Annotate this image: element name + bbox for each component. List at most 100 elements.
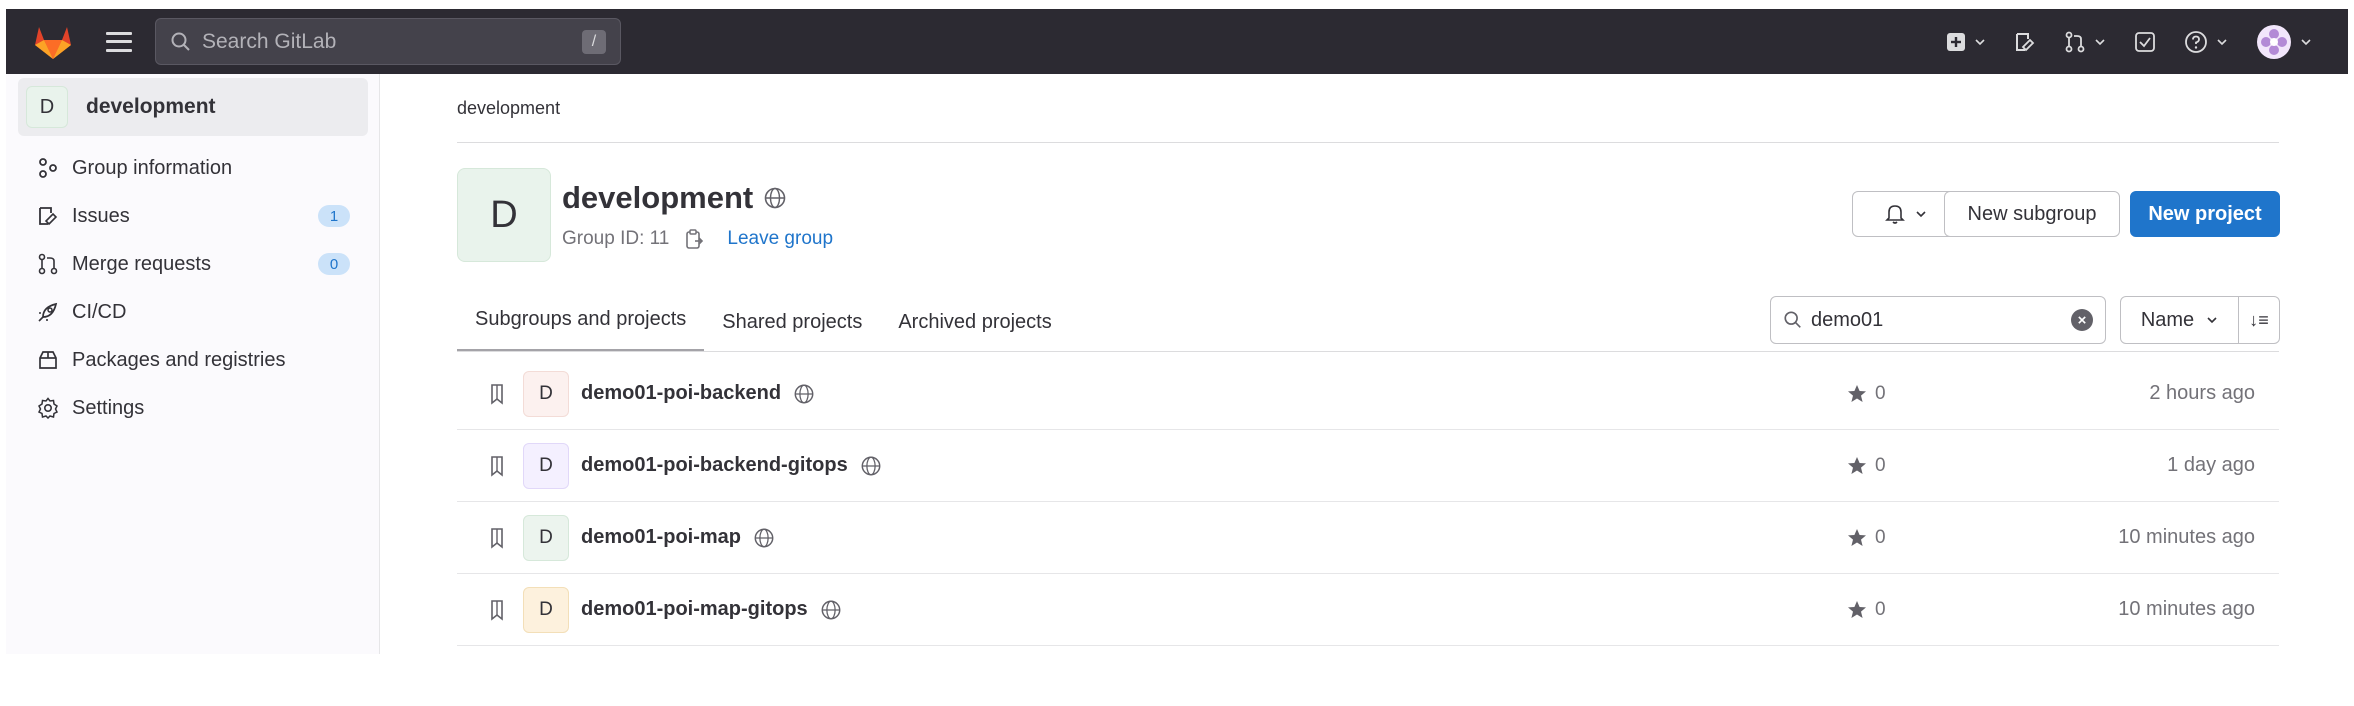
todos-button[interactable] — [2120, 22, 2170, 62]
star-count[interactable]: 0 — [1847, 383, 1886, 405]
sidebar-item-packages[interactable]: Packages and registries — [6, 336, 380, 384]
gitlab-logo-icon[interactable] — [34, 23, 72, 61]
top-bar: Search GitLab / — [6, 9, 2348, 74]
sidebar-item-settings[interactable]: Settings — [6, 384, 380, 432]
issues-icon — [2016, 32, 2035, 51]
search-shortcut: / — [582, 29, 606, 54]
new-project-button[interactable]: New project — [2130, 191, 2280, 237]
project-name[interactable]: demo01-poi-backend-gitops — [581, 454, 848, 477]
sidebar-nav: Group information Issues 1 Merge request… — [6, 144, 380, 432]
sidebar-item-label: Packages and registries — [72, 348, 286, 371]
project-list: D demo01-poi-backend 0 2 hours ago D dem… — [457, 358, 2279, 646]
star-icon — [1848, 528, 1866, 546]
chevron-down-icon — [2217, 38, 2227, 45]
sort-label: Name — [2140, 308, 2195, 331]
issues-count-badge: 1 — [318, 205, 350, 227]
project-avatar: D — [523, 370, 569, 417]
star-count-value: 0 — [1875, 526, 1886, 548]
star-count-value: 0 — [1875, 454, 1886, 476]
updated-time: 10 minutes ago — [2118, 526, 2255, 548]
sidebar-item-group-information[interactable]: Group information — [6, 144, 380, 192]
search-placeholder: Search GitLab — [202, 29, 337, 53]
copy-clipboard-icon[interactable] — [683, 228, 705, 250]
sort-control: Name ↓≡ — [2120, 296, 2280, 344]
list-item[interactable]: D demo01-poi-map 0 10 minutes ago — [457, 502, 2279, 574]
chevron-down-icon — [1916, 211, 1926, 218]
group-info-icon — [36, 156, 60, 180]
divider — [457, 142, 2279, 143]
list-item[interactable]: D demo01-poi-map-gitops 0 10 minutes ago — [457, 574, 2279, 646]
sidebar-item-label: Issues — [72, 204, 130, 227]
sort-by-dropdown[interactable]: Name — [2121, 297, 2239, 343]
issues-icon — [36, 204, 60, 228]
project-avatar: D — [523, 586, 569, 633]
new-subgroup-button[interactable]: New subgroup — [1944, 191, 2120, 237]
updated-time: 2 hours ago — [2149, 382, 2255, 404]
sort-direction-button[interactable]: ↓≡ — [2239, 310, 2279, 331]
project-name[interactable]: demo01-poi-backend — [581, 382, 781, 405]
sidebar: D development Group information Issues 1… — [6, 74, 380, 654]
tab-archived-projects[interactable]: Archived projects — [880, 311, 1069, 352]
bookmark-icon — [491, 383, 503, 405]
star-icon — [1848, 384, 1866, 402]
breadcrumb[interactable]: development — [457, 98, 560, 119]
bookmark-icon — [491, 599, 503, 621]
user-menu-button[interactable] — [2242, 22, 2326, 62]
plus-square-icon — [1947, 32, 1965, 51]
star-count[interactable]: 0 — [1847, 455, 1886, 477]
merge-request-icon — [36, 252, 60, 276]
tab-shared-projects[interactable]: Shared projects — [704, 311, 880, 352]
updated-time: 10 minutes ago — [2118, 598, 2255, 620]
package-icon — [36, 348, 60, 372]
group-avatar: D — [26, 86, 68, 128]
list-item[interactable]: D demo01-poi-backend-gitops 0 1 day ago — [457, 430, 2279, 502]
rocket-icon — [36, 300, 60, 324]
star-count-value: 0 — [1875, 382, 1886, 404]
star-count[interactable]: 0 — [1847, 599, 1886, 621]
bookmark-icon — [491, 455, 503, 477]
list-item[interactable]: D demo01-poi-backend 0 2 hours ago — [457, 358, 2279, 430]
globe-icon — [794, 384, 814, 403]
chevron-down-icon — [2095, 38, 2105, 45]
sidebar-item-ci-cd[interactable]: CI/CD — [6, 288, 380, 336]
project-name[interactable]: demo01-poi-map — [581, 526, 741, 549]
filter-value: demo01 — [1811, 308, 1884, 331]
sidebar-item-label: Settings — [72, 396, 145, 419]
bell-icon — [1885, 205, 1905, 224]
star-icon — [1848, 600, 1866, 618]
chevron-down-icon — [2207, 317, 2217, 324]
tab-subgroups-and-projects[interactable]: Subgroups and projects — [457, 308, 705, 352]
avatar — [2257, 24, 2291, 59]
sidebar-item-merge-requests[interactable]: Merge requests 0 — [6, 240, 380, 288]
group-id: Group ID: 11 — [562, 228, 670, 249]
project-avatar: D — [523, 514, 569, 561]
issues-top-button[interactable] — [2000, 22, 2050, 62]
sidebar-item-label: Group information — [72, 156, 233, 179]
filter-input[interactable]: demo01 × — [1770, 296, 2106, 344]
create-new-button[interactable] — [1932, 22, 2000, 62]
search-input[interactable]: Search GitLab / — [155, 18, 621, 65]
updated-time: 1 day ago — [2167, 454, 2255, 476]
main-content: development D development Group ID: 11 L… — [380, 74, 2354, 654]
clear-icon[interactable]: × — [2071, 309, 2093, 331]
search-icon — [1784, 311, 1801, 328]
project-avatar: D — [523, 442, 569, 489]
help-button[interactable] — [2170, 22, 2242, 62]
menu-icon[interactable] — [106, 31, 132, 52]
todo-check-icon — [2135, 31, 2155, 52]
sidebar-group-name: development — [86, 95, 216, 118]
star-count-value: 0 — [1875, 598, 1886, 620]
project-name[interactable]: demo01-poi-map-gitops — [581, 598, 808, 621]
chevron-down-icon — [1975, 38, 1985, 45]
sidebar-group-header[interactable]: D development — [18, 78, 368, 136]
globe-icon — [821, 600, 841, 619]
merge-request-icon — [2065, 31, 2085, 52]
help-icon — [2185, 30, 2207, 53]
sidebar-item-issues[interactable]: Issues 1 — [6, 192, 380, 240]
search-icon — [171, 32, 190, 51]
merge-requests-top-button[interactable] — [2050, 22, 2120, 62]
bookmark-icon — [491, 527, 503, 549]
group-avatar-large: D — [457, 168, 551, 262]
leave-group-link[interactable]: Leave group — [727, 228, 833, 250]
star-count[interactable]: 0 — [1847, 527, 1886, 549]
